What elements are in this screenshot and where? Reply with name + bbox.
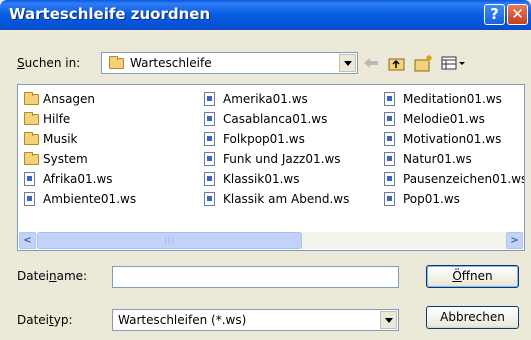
list-item[interactable]: Melodie01.ws [384,109,524,129]
chevron-down-icon[interactable] [380,311,397,329]
file-icon [384,92,395,106]
window-title: Warteschleife zuordnen [9,5,211,23]
file-icon [204,192,215,206]
folder-icon [24,91,39,105]
close-icon[interactable]: ✕ [507,4,528,25]
dialog-window: Warteschleife zuordnen ? ✕ Suchen in: Wa… [0,0,531,340]
list-item[interactable]: System [24,149,136,169]
file-icon [384,152,395,166]
view-menu-icon[interactable] [440,53,468,73]
scrollbar-thumb[interactable]: ||| [37,232,302,249]
folder-icon [24,151,39,165]
list-item[interactable]: Pausenzeichen01.ws [384,169,524,189]
list-item[interactable]: Afrika01.ws [24,169,136,189]
list-item[interactable]: Motivation01.ws [384,129,524,149]
file-icon [384,192,395,206]
file-list[interactable]: Ansagen Hilfe Musik System Afrika01.ws A… [17,84,525,251]
lookin-label: Suchen in: [17,56,81,70]
back-arrow-icon[interactable] [361,53,381,73]
list-item[interactable]: Pop01.ws [384,189,524,209]
file-icon [24,192,35,206]
scroll-right-icon[interactable]: > [506,232,523,249]
title-bar[interactable]: Warteschleife zuordnen ? ✕ [0,0,531,30]
list-item[interactable]: Hilfe [24,109,136,129]
file-column-2: Amerika01.ws Casablanca01.ws Folkpop01.w… [204,89,349,209]
new-folder-icon[interactable] [414,53,434,73]
file-icon [204,112,215,126]
list-item[interactable]: Folkpop01.ws [204,129,349,149]
file-icon [204,132,215,146]
folder-icon [109,56,124,69]
list-item[interactable]: Natur01.ws [384,149,524,169]
lookin-value: Warteschleife [130,56,212,70]
filetype-combo[interactable]: Warteschleifen (*.ws) [112,309,399,331]
list-item[interactable]: Klassik am Abend.ws [204,189,349,209]
cancel-button[interactable]: Abbrechen [426,306,519,329]
list-item[interactable]: Musik [24,129,136,149]
file-icon [384,132,395,146]
file-icon [384,172,395,186]
folder-icon [24,111,39,125]
up-folder-icon[interactable] [387,53,407,73]
chevron-down-icon[interactable] [339,54,356,72]
lookin-combo[interactable]: Warteschleife [101,52,358,74]
list-item[interactable]: Funk und Jazz01.ws [204,149,349,169]
file-icon [24,172,35,186]
list-item[interactable]: Meditation01.ws [384,89,524,109]
open-button[interactable]: Öffnen [426,265,519,288]
file-icon [204,152,215,166]
help-icon[interactable]: ? [484,4,505,25]
list-item[interactable]: Ambiente01.ws [24,189,136,209]
file-icon [384,112,395,126]
filename-label: Dateiname: [17,269,88,283]
file-column-3: Meditation01.ws Melodie01.ws Motivation0… [384,89,524,209]
file-icon [204,172,215,186]
filetype-value: Warteschleifen (*.ws) [118,313,247,327]
folder-icon [24,131,39,145]
list-item[interactable]: Amerika01.ws [204,89,349,109]
filename-field[interactable] [112,266,399,288]
list-item[interactable]: Casablanca01.ws [204,109,349,129]
scroll-left-icon[interactable]: < [19,232,36,249]
filetype-label: Dateityp: [17,313,73,327]
file-icon [204,92,215,106]
horizontal-scrollbar[interactable]: < ||| > [19,232,523,249]
list-item[interactable]: Klassik01.ws [204,169,349,189]
file-column-1: Ansagen Hilfe Musik System Afrika01.ws A… [24,89,136,209]
list-item[interactable]: Ansagen [24,89,136,109]
